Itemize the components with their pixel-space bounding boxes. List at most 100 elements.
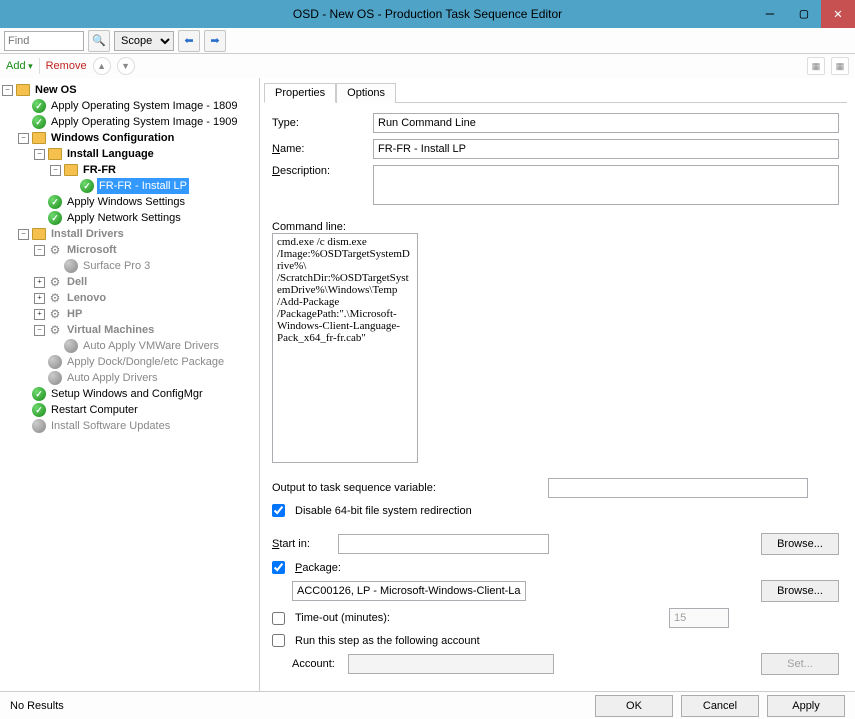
nav-forward-icon[interactable]: ➡ — [204, 30, 226, 52]
tree-item[interactable]: Apply Operating System Image - 1909 — [49, 114, 239, 130]
runas-label: Run this step as the following account — [295, 635, 480, 647]
tab-properties[interactable]: Properties — [264, 83, 336, 103]
check-icon — [32, 403, 46, 417]
toggle-icon[interactable]: − — [2, 85, 13, 96]
tree-root[interactable]: New OS — [33, 82, 79, 98]
action-toolbar: Add Remove ▲ ▼ ▦ ▦ — [0, 54, 855, 78]
folder-icon — [32, 227, 46, 241]
tree-item[interactable]: Auto Apply Drivers — [65, 370, 159, 386]
folder-icon — [16, 83, 30, 97]
check-icon — [80, 179, 94, 193]
tree-item[interactable]: Setup Windows and ConfigMgr — [49, 386, 205, 402]
toggle-icon[interactable]: − — [18, 229, 29, 240]
task-tree[interactable]: − New OS Apply Operating System Image - 1… — [0, 78, 260, 691]
nav-back-icon[interactable]: ⬅ — [178, 30, 200, 52]
account-field — [348, 654, 554, 674]
check-icon — [48, 195, 62, 209]
tree-group[interactable]: Microsoft — [65, 242, 119, 258]
disable64-checkbox[interactable] — [272, 504, 285, 517]
check-icon — [32, 115, 46, 129]
gear-icon — [48, 291, 62, 305]
timeout-field — [669, 608, 729, 628]
status-bar: No Results OK Cancel Apply — [0, 691, 855, 719]
package-field[interactable] — [292, 581, 526, 601]
commandline-field[interactable]: cmd.exe /c dism.exe /Image:%OSDTargetSys… — [272, 233, 418, 463]
tree-group[interactable]: Windows Configuration — [49, 130, 176, 146]
misc-icon-1[interactable]: ▦ — [807, 57, 825, 75]
toggle-icon[interactable]: + — [34, 309, 45, 320]
toggle-icon[interactable]: + — [34, 293, 45, 304]
type-field — [373, 113, 839, 133]
tree-item[interactable]: Apply Network Settings — [65, 210, 183, 226]
package-checkbox[interactable] — [272, 561, 285, 574]
output-var-field[interactable] — [548, 478, 808, 498]
tree-item[interactable]: Install Software Updates — [49, 418, 172, 434]
tree-group[interactable]: FR-FR — [81, 162, 118, 178]
toggle-icon[interactable]: + — [34, 277, 45, 288]
folder-icon — [48, 147, 62, 161]
description-label: Description: — [272, 165, 367, 177]
find-toolbar: 🔍 Scope ⬅ ➡ — [0, 28, 855, 54]
startin-field[interactable] — [338, 534, 549, 554]
gray-icon — [32, 419, 46, 433]
runas-checkbox[interactable] — [272, 634, 285, 647]
toggle-icon[interactable]: − — [18, 133, 29, 144]
tree-group[interactable]: Lenovo — [65, 290, 108, 306]
tree-group[interactable]: Dell — [65, 274, 89, 290]
tree-group[interactable]: Install Language — [65, 146, 156, 162]
folder-icon — [32, 131, 46, 145]
move-down-icon[interactable]: ▼ — [117, 57, 135, 75]
find-input[interactable] — [4, 31, 84, 51]
check-icon — [32, 99, 46, 113]
maximize-button[interactable]: ▢ — [787, 0, 821, 28]
close-button[interactable]: ✕ — [821, 0, 855, 28]
package-label: Package: — [295, 562, 341, 574]
type-label: Type: — [272, 117, 367, 129]
tree-group[interactable]: Install Drivers — [49, 226, 126, 242]
add-menu[interactable]: Add — [6, 60, 33, 72]
tree-item[interactable]: Apply Windows Settings — [65, 194, 187, 210]
toggle-icon[interactable]: − — [34, 325, 45, 336]
gear-icon — [48, 307, 62, 321]
gear-icon — [48, 243, 62, 257]
ok-button[interactable]: OK — [595, 695, 673, 717]
scope-select[interactable]: Scope — [114, 31, 174, 51]
tree-item[interactable]: Surface Pro 3 — [81, 258, 152, 274]
folder-icon — [64, 163, 78, 177]
remove-button[interactable]: Remove — [46, 60, 87, 72]
misc-icon-2[interactable]: ▦ — [831, 57, 849, 75]
timeout-checkbox[interactable] — [272, 612, 285, 625]
name-field[interactable] — [373, 139, 839, 159]
tree-item[interactable]: Apply Dock/Dongle/etc Package — [65, 354, 226, 370]
description-field[interactable] — [373, 165, 839, 205]
toggle-icon[interactable]: − — [34, 245, 45, 256]
timeout-label: Time-out (minutes): — [295, 612, 390, 624]
check-icon — [32, 387, 46, 401]
apply-button[interactable]: Apply — [767, 695, 845, 717]
gray-icon — [64, 339, 78, 353]
cancel-button[interactable]: Cancel — [681, 695, 759, 717]
tab-options[interactable]: Options — [336, 83, 396, 103]
tree-group[interactable]: HP — [65, 306, 84, 322]
tab-bar: Properties Options — [264, 82, 847, 103]
move-up-icon[interactable]: ▲ — [93, 57, 111, 75]
minimize-button[interactable]: — — [753, 0, 787, 28]
tree-item[interactable]: Auto Apply VMWare Drivers — [81, 338, 221, 354]
search-icon[interactable]: 🔍 — [88, 30, 110, 52]
gear-icon — [48, 323, 62, 337]
tree-group[interactable]: Virtual Machines — [65, 322, 156, 338]
window-buttons: — ▢ ✕ — [753, 0, 855, 28]
toggle-icon[interactable]: − — [34, 149, 45, 160]
tree-item[interactable]: Apply Operating System Image - 1809 — [49, 98, 239, 114]
separator — [39, 58, 40, 74]
tree-item[interactable]: Restart Computer — [49, 402, 140, 418]
disable64-label: Disable 64-bit file system redirection — [295, 505, 472, 517]
gray-icon — [48, 355, 62, 369]
startin-label: Start in: — [272, 538, 332, 550]
browse-startin-button[interactable]: Browse... — [761, 533, 839, 555]
tree-item-selected[interactable]: FR-FR - Install LP — [97, 178, 189, 194]
output-var-label: Output to task sequence variable: — [272, 482, 542, 494]
toggle-icon[interactable]: − — [50, 165, 61, 176]
browse-package-button[interactable]: Browse... — [761, 580, 839, 602]
name-label: Name: — [272, 143, 367, 155]
